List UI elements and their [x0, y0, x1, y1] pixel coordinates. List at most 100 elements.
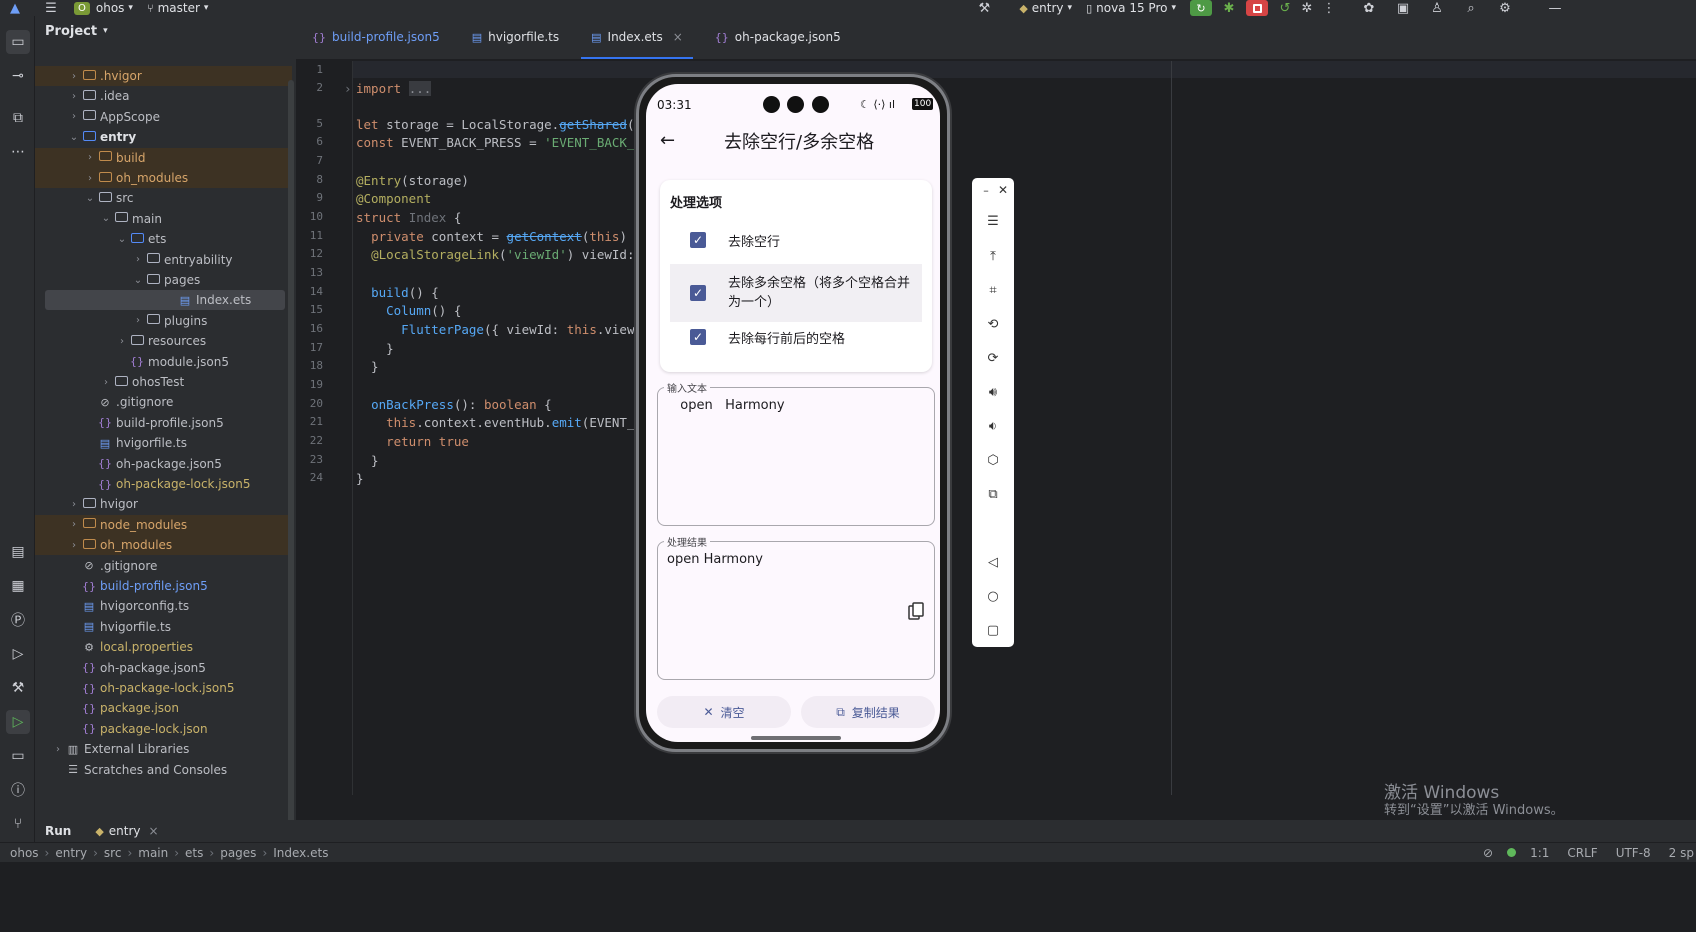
chevron-down-icon[interactable]: ⌄ [99, 213, 113, 224]
tree-item[interactable]: ⌄ pages [35, 270, 292, 290]
search-icon[interactable]: ⌕ [1460, 0, 1482, 16]
copy-result-button[interactable]: ⧉ 复制结果 [801, 696, 935, 728]
chevron-right-icon[interactable]: › [67, 111, 81, 122]
tree-item[interactable]: ▤ hvigorfile.ts [35, 617, 292, 637]
volume-up-icon[interactable]: 🔊︎ [983, 382, 1003, 402]
run-tab[interactable]: Run [45, 824, 71, 838]
nav-home-icon[interactable]: ○ [983, 586, 1003, 606]
editor-tab[interactable]: ▤ Index.ets × [575, 15, 699, 59]
rotate-right-icon[interactable]: ⟳ [983, 348, 1003, 368]
rerun-button[interactable]: ↻ [1190, 0, 1212, 16]
device-selector[interactable]: ▯ nova 15 Pro ▾ [1086, 0, 1176, 16]
stop-button[interactable] [1246, 0, 1268, 16]
problems-icon[interactable]: ⓘ [6, 778, 30, 802]
chevron-right-icon[interactable]: › [115, 336, 129, 347]
tree-item[interactable]: ⚙ local.properties [35, 637, 292, 657]
shake-icon[interactable]: ⬡ [983, 450, 1003, 470]
tree-item[interactable]: › hvigor [35, 494, 292, 514]
tree-item[interactable]: › resources [35, 331, 292, 351]
git-icon[interactable]: ⑂ [6, 812, 30, 836]
chevron-right-icon[interactable]: › [131, 254, 145, 265]
terminal-icon[interactable]: ▭ [6, 744, 30, 768]
layout-inspector-icon[interactable]: ▦ [6, 574, 30, 598]
checkbox-checked-icon[interactable]: ✓ [690, 285, 706, 301]
indent-setting[interactable]: 2 sp [1669, 846, 1694, 860]
option-remove-empty-lines[interactable]: ✓ 去除空行 [670, 226, 922, 254]
volume-down-icon[interactable]: 🔉︎ [983, 416, 1003, 436]
chevron-down-icon[interactable]: ⌄ [115, 234, 129, 245]
breadcrumb-item[interactable]: Index.ets [273, 846, 328, 860]
caret-position[interactable]: 1:1 [1530, 846, 1549, 860]
chevron-right-icon[interactable]: › [67, 71, 81, 82]
run-config-tab[interactable]: ◆ entry × [95, 824, 158, 838]
line-separator[interactable]: CRLF [1567, 846, 1597, 860]
tree-item[interactable]: ▤ hvigorconfig.ts [35, 596, 292, 616]
tree-item[interactable]: ⌄ src [35, 188, 292, 208]
phone-screen[interactable]: 03:31 ☾ ⟨·⟩ ıl 100 ← 去除空行/多余空格 处理选项 ✓ 去除… [646, 84, 940, 742]
run-tool-icon[interactable]: ▷ [6, 710, 30, 734]
clear-button[interactable]: ✕ 清空 [657, 696, 791, 728]
back-arrow-icon[interactable]: ← [660, 130, 675, 151]
project-tree-scrollbar[interactable] [288, 80, 294, 880]
chevron-right-icon[interactable]: › [83, 152, 97, 163]
more-actions-icon[interactable]: ⋮ [1318, 0, 1340, 16]
editor-tab[interactable]: ▤ hvigorfile.ts [456, 15, 575, 59]
tree-item[interactable]: › build [35, 147, 292, 168]
tree-item[interactable]: › ▥ External Libraries [35, 739, 292, 759]
tree-item[interactable]: ⊘ .gitignore [35, 556, 292, 576]
profiler-icon[interactable]: Ⓟ [6, 608, 30, 632]
chevron-down-icon[interactable]: ⌄ [83, 193, 97, 204]
chevron-right-icon[interactable]: › [67, 499, 81, 510]
breadcrumb-item[interactable]: ets [185, 846, 203, 860]
tree-item[interactable]: › .idea [35, 86, 292, 106]
tree-item[interactable]: {} oh-package-lock.json5 [35, 678, 292, 698]
branch-switcher[interactable]: ⑂ master ▾ [147, 0, 208, 16]
services-icon[interactable]: ▷ [6, 642, 30, 666]
todo-icon[interactable]: ▤ [6, 540, 30, 564]
breadcrumb-item[interactable]: main [138, 846, 168, 860]
option-merge-spaces[interactable]: ✓ 去除多余空格（将多个空格合并为一个） [670, 264, 922, 322]
chevron-right-icon[interactable]: › [131, 315, 145, 326]
breadcrumb-item[interactable]: src [104, 846, 122, 860]
editor-tab[interactable]: {} build-profile.json5 [296, 15, 456, 59]
account-icon[interactable]: ♙ [1426, 0, 1448, 16]
tree-item[interactable]: {} oh-package-lock.json5 [35, 474, 292, 494]
close-icon[interactable]: ✕ [993, 180, 1013, 200]
tree-item[interactable]: {} package-lock.json [35, 719, 292, 739]
home-indicator[interactable] [751, 736, 841, 740]
apply-changes-icon[interactable]: ↺ [1274, 0, 1296, 16]
project-folder-icon[interactable]: ▭ [6, 30, 30, 54]
tree-item[interactable]: › entryability [35, 250, 292, 270]
tree-item[interactable]: {} build-profile.json5 [35, 576, 292, 596]
commit-icon[interactable]: ⊸ [6, 64, 30, 88]
breadcrumb-item[interactable]: ohos [10, 846, 39, 860]
editor-tab[interactable]: {} oh-package.json5 [699, 15, 857, 59]
project-panel-header[interactable]: Project ▾ [35, 16, 296, 46]
tree-item[interactable]: › node_modules [35, 514, 292, 535]
tree-item[interactable]: {} module.json5 [35, 352, 292, 372]
settings-gear-icon[interactable]: ⚙ [1494, 0, 1516, 16]
checkbox-checked-icon[interactable]: ✓ [690, 232, 706, 248]
run-config-selector[interactable]: ◆ entry ▾ [1019, 0, 1072, 16]
main-menu-icon[interactable]: ☰ [40, 0, 62, 16]
menu-icon[interactable]: ☰ [983, 211, 1003, 231]
more-tools-icon[interactable]: ⋯ [6, 140, 30, 164]
project-switcher[interactable]: O ohos ▾ [74, 0, 133, 16]
attach-debugger-icon[interactable]: ✲ [1296, 0, 1318, 16]
crop-icon[interactable]: ⌗ [983, 280, 1003, 300]
chevron-right-icon[interactable]: › [67, 519, 81, 530]
tree-item[interactable]: ⌄ entry [35, 127, 292, 147]
plugin-icon[interactable]: ✿ [1358, 0, 1380, 16]
input-text-field[interactable]: 输入文本 open Harmony [657, 380, 935, 526]
tree-item[interactable]: ⌄ main [35, 209, 292, 229]
chevron-down-icon[interactable]: ⌄ [67, 132, 81, 143]
tree-item[interactable]: › oh_modules [35, 535, 292, 556]
debug-icon[interactable]: ✱ [1218, 0, 1240, 16]
tree-item[interactable]: › plugins [35, 311, 292, 331]
tree-item[interactable]: {} build-profile.json5 [35, 413, 292, 433]
tree-item[interactable]: {} oh-package.json5 [35, 454, 292, 474]
nav-recents-icon[interactable]: ▢ [983, 620, 1003, 640]
readonly-toggle-icon[interactable]: ⊘ [1483, 846, 1493, 860]
breadcrumb-item[interactable]: entry [55, 846, 87, 860]
minimize-window-icon[interactable]: — [1544, 0, 1566, 16]
